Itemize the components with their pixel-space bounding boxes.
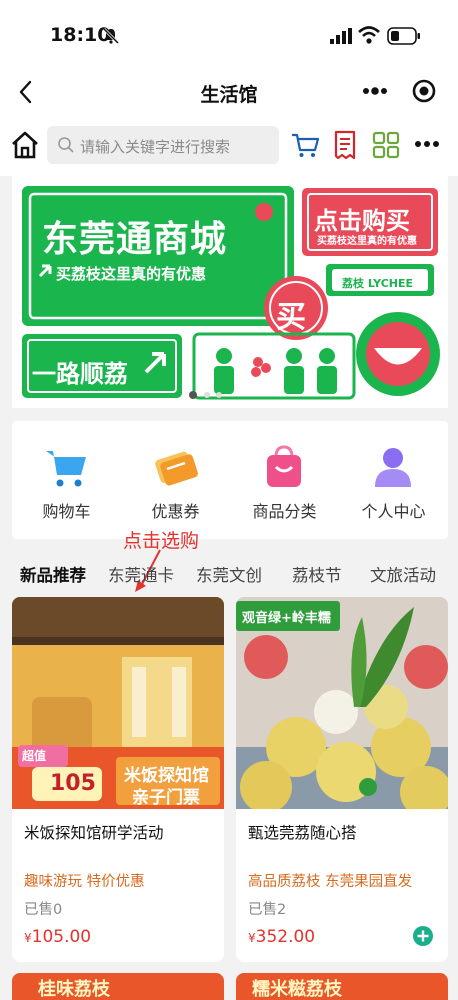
status-bar: 18:10 [0,0,458,70]
home-icon[interactable] [10,130,40,160]
wifi-icon [358,26,380,44]
banner-buy-subtitle: 买荔枝这里真的有优惠 [317,236,417,247]
product-sold-count: 已售2 [248,902,287,918]
battery-icon [387,27,420,45]
currency-symbol: ¥ [24,931,32,945]
coupon-icon [155,451,198,486]
product-card[interactable]: 超值 105 米饭探知馆 亲子门票 米饭探知馆研学活动 趣味游玩 特价优惠 已售… [12,597,224,962]
product-image-subtitle: 亲子门票 [132,788,200,808]
order-list-icon[interactable] [331,129,359,161]
tab-dongguan-card[interactable]: 东莞通卡 [108,562,174,586]
promo-banner[interactable]: 东莞通商城 买荔枝这里真的有优惠 点击购买 买荔枝这里真的有优惠 荔枝 LYCH… [12,176,448,408]
product-image-price: 105 [50,771,96,796]
price-value: 105.00 [31,927,92,947]
banner-buy-stamp: 买 [276,300,306,335]
category-tabs: 新品推荐 东莞通卡 东莞文创 荔枝节 文旅活动 [0,556,458,590]
nav-profile-label: 个人中心 [361,502,426,521]
banner-buy-title: 点击购买 [314,207,410,235]
shopping-cart-icon [46,451,86,487]
nav-coupon[interactable]: 优惠券 [121,421,230,539]
product-card[interactable]: 观音绿+岭丰糯 甄选莞荔随心搭 高品质荔枝 东莞果园直发 已售2 ¥352.00 [236,597,448,962]
banner-lychee-badge: 荔枝 LYCHEE [342,277,414,290]
nav-cart[interactable]: 购物车 [12,421,121,539]
carousel-indicator [189,391,222,399]
product-tags: 趣味游玩 特价优惠 [24,874,145,890]
tab-culture-tourism[interactable]: 文旅活动 [370,562,436,586]
title-bar: 生活馆 [0,70,458,114]
person-icon [375,448,411,487]
strip-title: 糯米糍荔枝 [252,979,342,1000]
product-image-title: 观音绿+岭丰糯 [242,611,331,626]
search-placeholder: 请输入关键字进行搜索 [80,138,231,156]
tab-new-products[interactable]: 新品推荐 [20,562,86,586]
shopping-bag-icon [267,445,301,487]
product-image [236,597,448,809]
tab-dongguan-creative[interactable]: 东莞文创 [196,562,262,586]
nav-cart-label: 购物车 [42,502,91,521]
product-name: 米饭探知馆研学活动 [24,824,164,842]
search-row: 请输入关键字进行搜索 [0,114,458,176]
product-sold-count: 已售0 [24,902,63,918]
bell-muted-icon [102,27,120,45]
tab-lychee-festival[interactable]: 荔枝节 [292,562,342,586]
product-price: ¥105.00 [24,927,91,947]
banner-title: 东莞通商城 [42,219,228,260]
menu-more-icon[interactable] [412,134,442,154]
nav-category[interactable]: 商品分类 [230,421,339,539]
product-name: 甄选莞荔随心搭 [248,824,357,842]
nav-category-label: 商品分类 [252,502,317,521]
banner-road-text: 一路顺荔 [32,360,128,388]
add-to-cart-icon[interactable] [412,925,434,947]
product-card-partial[interactable]: 桂味荔枝 [12,973,224,1000]
strip-title: 桂味荔枝 [38,979,110,1000]
nav-profile[interactable]: 个人中心 [339,421,448,539]
more-options-icon[interactable] [352,78,396,104]
nav-coupon-label: 优惠券 [151,502,200,521]
currency-symbol: ¥ [248,931,256,945]
close-miniprogram-icon[interactable] [410,77,438,105]
search-input[interactable]: 请输入关键字进行搜索 [47,126,279,164]
banner-subtitle: 买荔枝这里真的有优惠 [56,265,207,283]
product-card-partial[interactable]: 糯米糍荔枝 [236,973,448,1000]
product-tags: 高品质荔枝 东莞果园直发 [248,874,413,890]
signal-icon [330,28,352,44]
category-grid-icon[interactable] [372,131,400,159]
product-image-badge: 超值 [22,749,47,763]
quick-nav: 购物车 优惠券 商品分类 个人中心 [12,421,448,539]
price-value: 352.00 [255,927,316,947]
shopping-cart-icon[interactable] [290,130,320,160]
product-price: ¥352.00 [248,927,315,947]
search-icon [58,137,74,153]
